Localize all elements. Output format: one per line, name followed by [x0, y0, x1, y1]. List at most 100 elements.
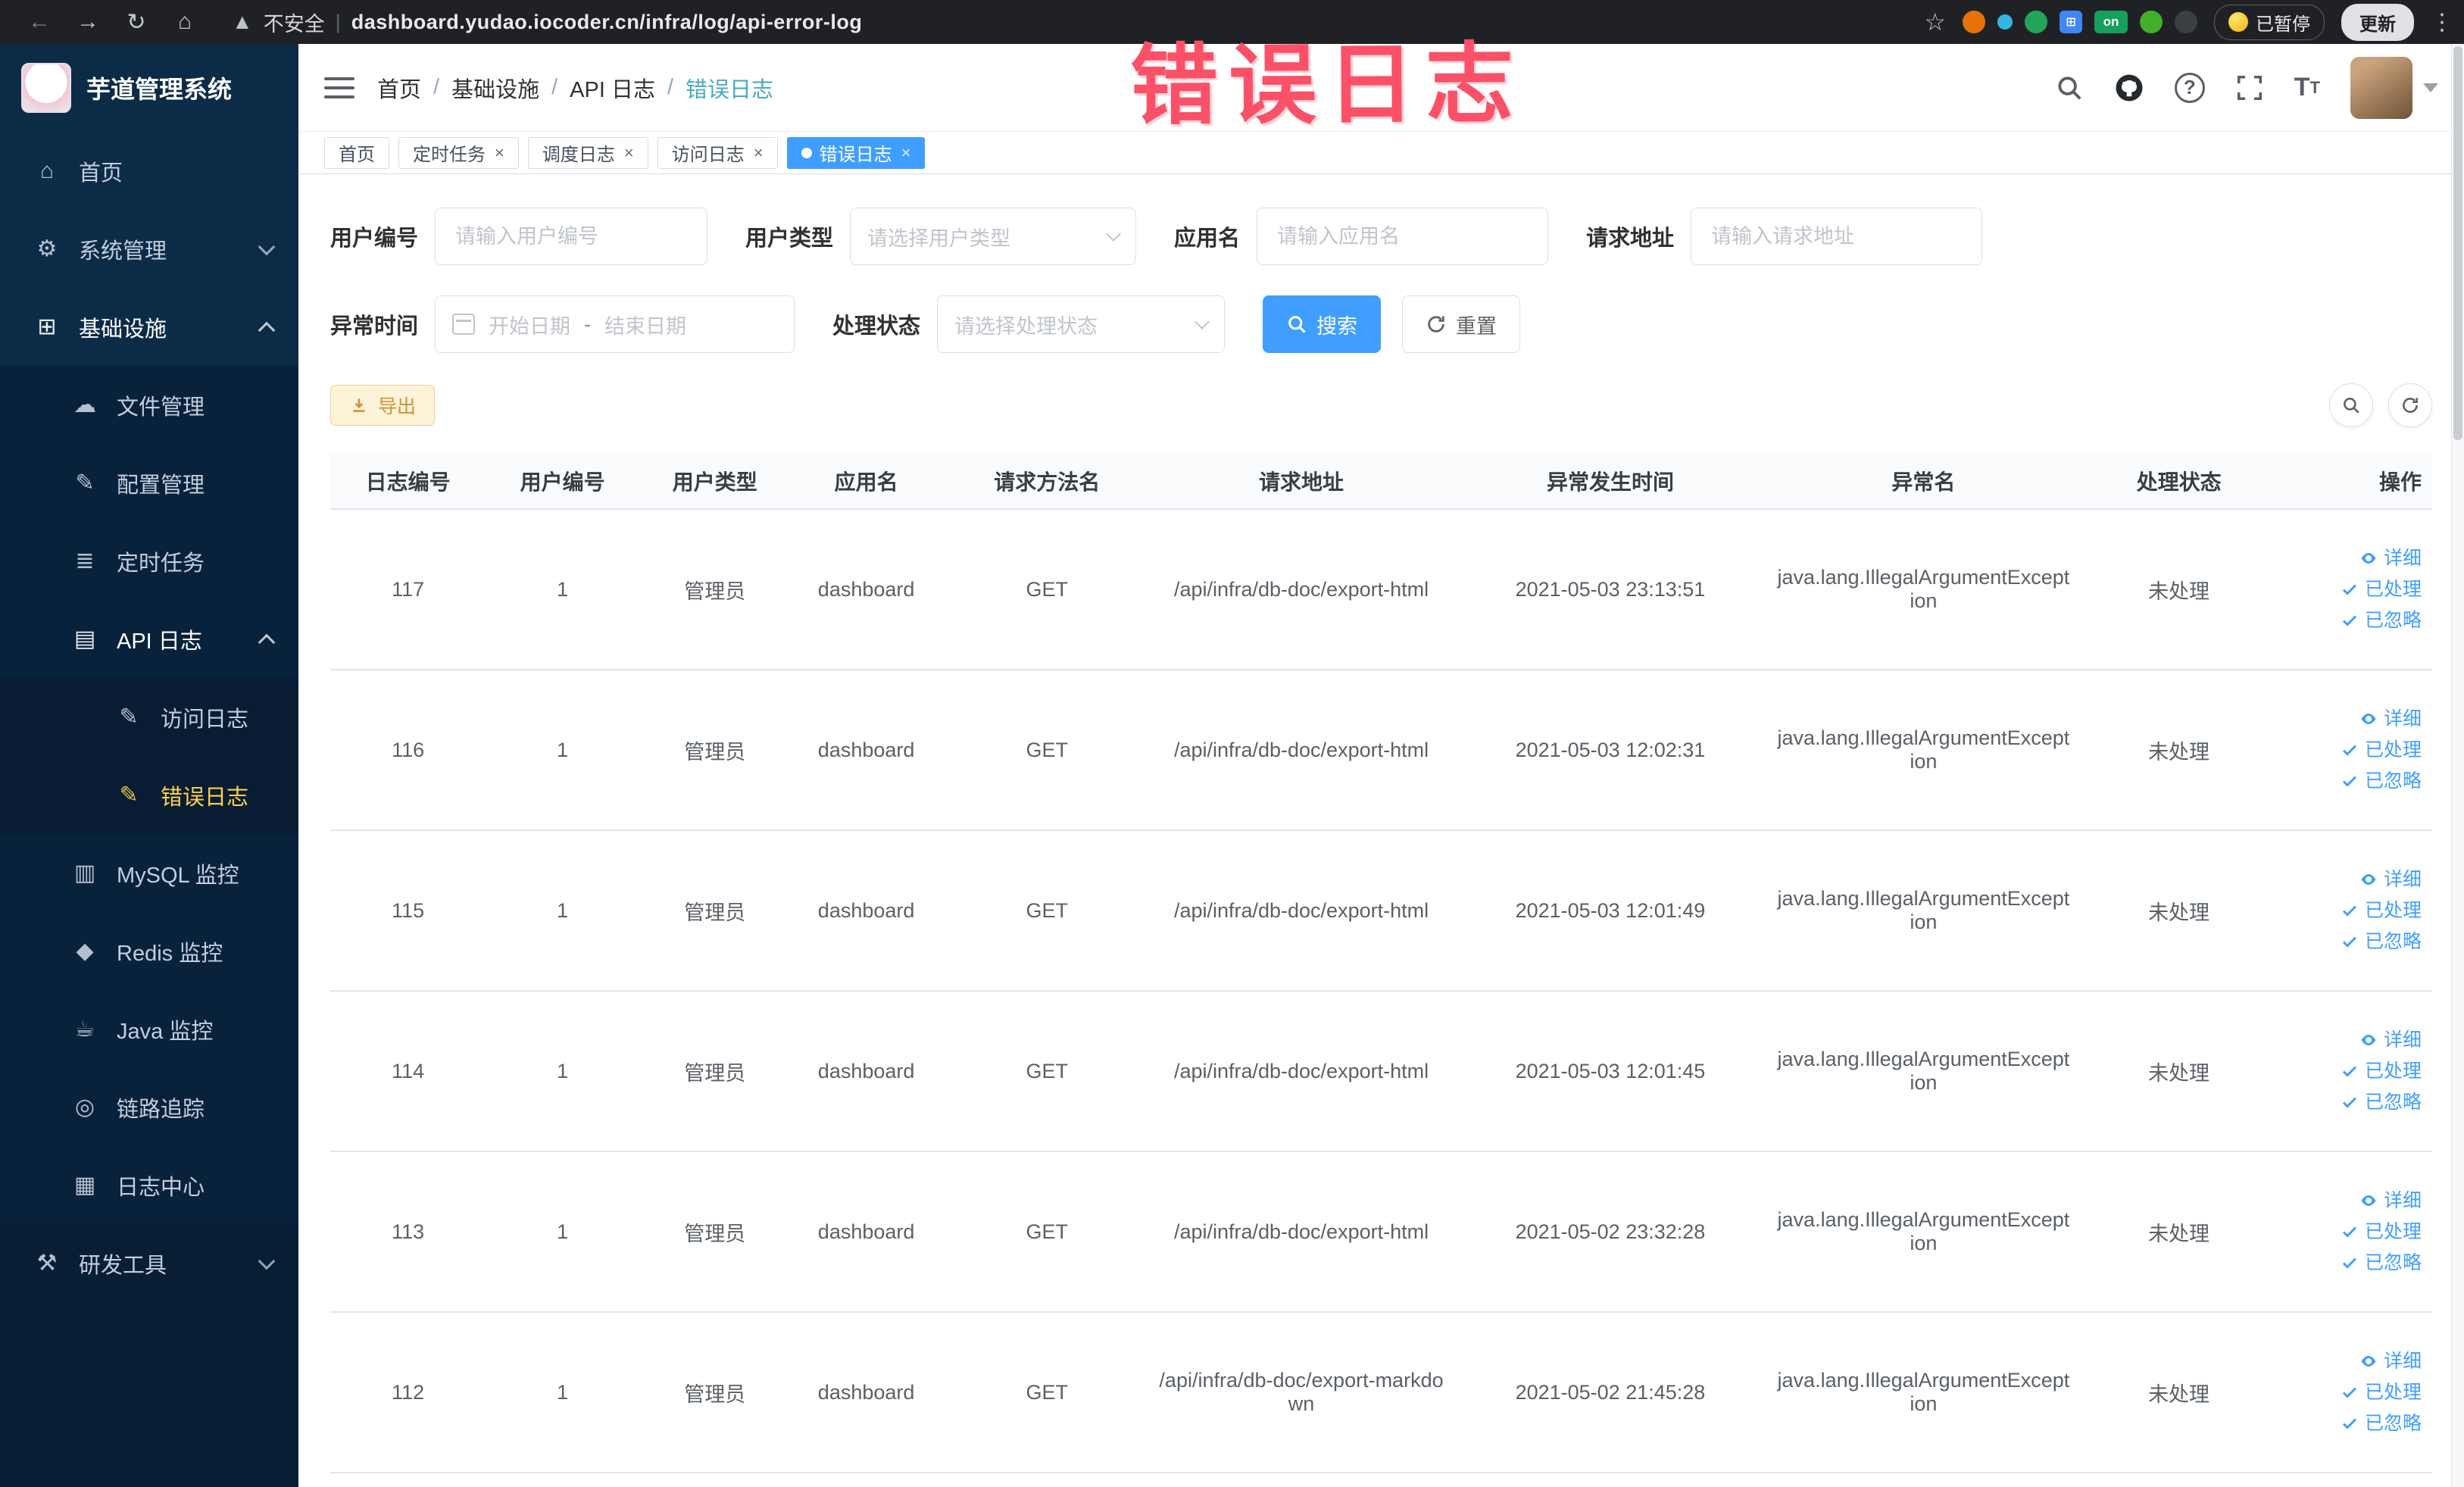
breadcrumb-item[interactable]: 首页: [377, 72, 421, 104]
search-icon[interactable]: [2055, 73, 2084, 102]
filter-request-url: 请求地址: [1586, 208, 1983, 265]
column-header: 请求方法名: [942, 453, 1152, 510]
sidebar-item[interactable]: ▤ API 日志: [0, 600, 298, 678]
browser-chrome: ← → ↻ ⌂ ▲ 不安全 | dashboard.yudao.iocoder.…: [0, 0, 2464, 44]
logo-row[interactable]: 芋道管理系统: [0, 44, 298, 132]
sidebar-item[interactable]: ▦ 日志中心: [0, 1146, 298, 1224]
sidebar-item[interactable]: ◆ Redis 监控: [0, 912, 298, 990]
ignore-link[interactable]: 已忽略: [2287, 1092, 2422, 1112]
address-bar[interactable]: ▲ 不安全 | dashboard.yudao.iocoder.cn/infra…: [232, 8, 1918, 37]
processed-link[interactable]: 已处理: [2287, 1061, 2422, 1081]
ignore-link[interactable]: 已忽略: [2287, 771, 2422, 791]
process-status-select[interactable]: 请选择处理状态: [937, 295, 1226, 353]
search-button[interactable]: 搜索: [1263, 295, 1382, 353]
forward-icon[interactable]: →: [67, 9, 109, 35]
tab-item[interactable]: 定时任务 ×: [398, 136, 519, 169]
sidebar-item[interactable]: ⊞ 基础设施: [0, 288, 298, 366]
sidebar-toggle-icon[interactable]: [324, 71, 354, 105]
cell-time: 2021-05-02 23:32:28: [1451, 1151, 1770, 1313]
ignore-link[interactable]: 已忽略: [2287, 932, 2422, 951]
detail-link[interactable]: 详细: [2287, 1351, 2422, 1371]
sidebar-item[interactable]: ☕ Java 监控: [0, 990, 298, 1068]
breadcrumb-item[interactable]: API 日志: [570, 72, 655, 104]
sidebar-item[interactable]: ⚒ 研发工具: [0, 1224, 298, 1302]
extension-icon[interactable]: [1963, 11, 1985, 33]
sidebar-item[interactable]: ✎ 访问日志: [0, 678, 298, 756]
ignore-link[interactable]: 已忽略: [2287, 1253, 2422, 1273]
breadcrumb-separator: /: [551, 75, 558, 99]
close-icon[interactable]: ×: [624, 143, 634, 163]
cell-method: GET: [942, 509, 1152, 670]
toggle-search-button[interactable]: [2329, 383, 2373, 427]
calendar-icon: [452, 314, 476, 335]
refresh-button[interactable]: [2388, 383, 2432, 427]
detail-link[interactable]: 详细: [2287, 870, 2422, 889]
fullscreen-icon[interactable]: [2235, 73, 2264, 102]
sidebar-item[interactable]: ✎ 错误日志: [0, 756, 298, 834]
chrome-menu-icon[interactable]: ⋮: [2431, 9, 2453, 36]
processed-link[interactable]: 已处理: [2287, 579, 2422, 599]
scrollbar-thumb[interactable]: [2453, 46, 2462, 440]
processed-link[interactable]: 已处理: [2287, 1222, 2422, 1242]
extension-icon[interactable]: [2175, 11, 2197, 33]
scrollbar[interactable]: [2451, 44, 2464, 1487]
extension-icon[interactable]: ⊞: [2060, 11, 2082, 33]
request-url-input[interactable]: [1691, 208, 1983, 265]
detail-link[interactable]: 详细: [2287, 709, 2422, 729]
reload-icon[interactable]: ↻: [115, 9, 158, 36]
extension-icon[interactable]: [2140, 11, 2163, 33]
font-size-icon[interactable]: TT: [2294, 73, 2320, 102]
error-log-icon: ✎: [119, 783, 139, 808]
close-icon[interactable]: ×: [901, 143, 911, 163]
paused-badge[interactable]: 已暂停: [2214, 4, 2325, 40]
detail-link[interactable]: 详细: [2287, 1191, 2422, 1211]
cell-time: 2021-05-03 23:13:51: [1451, 509, 1770, 670]
cell-id: 113: [330, 1151, 486, 1313]
processed-link[interactable]: 已处理: [2287, 901, 2422, 920]
close-icon[interactable]: ×: [754, 143, 764, 163]
github-icon[interactable]: [2114, 73, 2144, 103]
date-range-picker[interactable]: 开始日期 - 结束日期: [435, 295, 795, 353]
tab-home[interactable]: 首页: [324, 136, 389, 169]
user-id-input[interactable]: [435, 208, 708, 265]
sidebar-item[interactable]: ▥ MySQL 监控: [0, 834, 298, 912]
sidebar-item[interactable]: ✎ 配置管理: [0, 444, 298, 522]
processed-link[interactable]: 已处理: [2287, 1382, 2422, 1402]
infra-icon: ⊞: [37, 314, 57, 339]
close-icon[interactable]: ×: [495, 143, 504, 163]
extension-icon[interactable]: [1997, 14, 2013, 30]
app-name-input[interactable]: [1257, 208, 1549, 265]
api-log-icon: ▤: [73, 626, 96, 651]
toolbar-right: [2329, 383, 2432, 427]
tab-item[interactable]: 访问日志 ×: [657, 136, 778, 169]
tab-item[interactable]: 调度日志 ×: [527, 136, 648, 169]
sidebar-item[interactable]: ◎ 链路追踪: [0, 1068, 298, 1146]
bookmark-star-icon[interactable]: ☆: [1924, 8, 1946, 36]
back-icon[interactable]: ←: [18, 9, 61, 35]
sidebar-item[interactable]: ⚙ 系统管理: [0, 210, 298, 288]
top-navbar: 首页 / 基础设施 / API 日志 / 错误日志 ? TT: [298, 44, 2464, 132]
user-menu[interactable]: [2350, 56, 2438, 119]
sidebar-item[interactable]: ☁ 文件管理: [0, 366, 298, 444]
processed-link[interactable]: 已处理: [2287, 740, 2422, 760]
breadcrumb-item[interactable]: 基础设施: [451, 72, 539, 104]
detail-link[interactable]: 详细: [2287, 548, 2422, 568]
tab-label: 调度日志: [542, 145, 615, 165]
help-icon[interactable]: ?: [2174, 72, 2205, 103]
sidebar-item[interactable]: ≣ 定时任务: [0, 522, 298, 600]
ignore-link[interactable]: 已忽略: [2287, 611, 2422, 630]
update-button[interactable]: 更新: [2341, 3, 2414, 41]
sidebar-item-label: MySQL 监控: [117, 863, 239, 888]
user-type-select[interactable]: 请选择用户类型: [850, 208, 1137, 265]
ignore-link[interactable]: 已忽略: [2287, 1414, 2422, 1433]
home-icon[interactable]: ⌂: [164, 9, 206, 35]
extension-icon[interactable]: [2025, 11, 2047, 33]
export-button[interactable]: 导出: [330, 385, 436, 426]
reset-button[interactable]: 重置: [1402, 295, 1521, 353]
active-tab-dot: [801, 147, 812, 158]
app-frame: 芋道管理系统 ⌂ 首页 ⚙ 系统管理 ⊞ 基础设施 ☁ 文件管理 ✎ 配置管理 ≣ 定时任务 ▤ API …: [0, 44, 2464, 1487]
sidebar-item[interactable]: ⌂ 首页: [0, 132, 298, 210]
detail-link[interactable]: 详细: [2287, 1030, 2422, 1050]
tab-item[interactable]: 错误日志 ×: [786, 136, 926, 169]
extension-icon[interactable]: on: [2094, 11, 2128, 33]
